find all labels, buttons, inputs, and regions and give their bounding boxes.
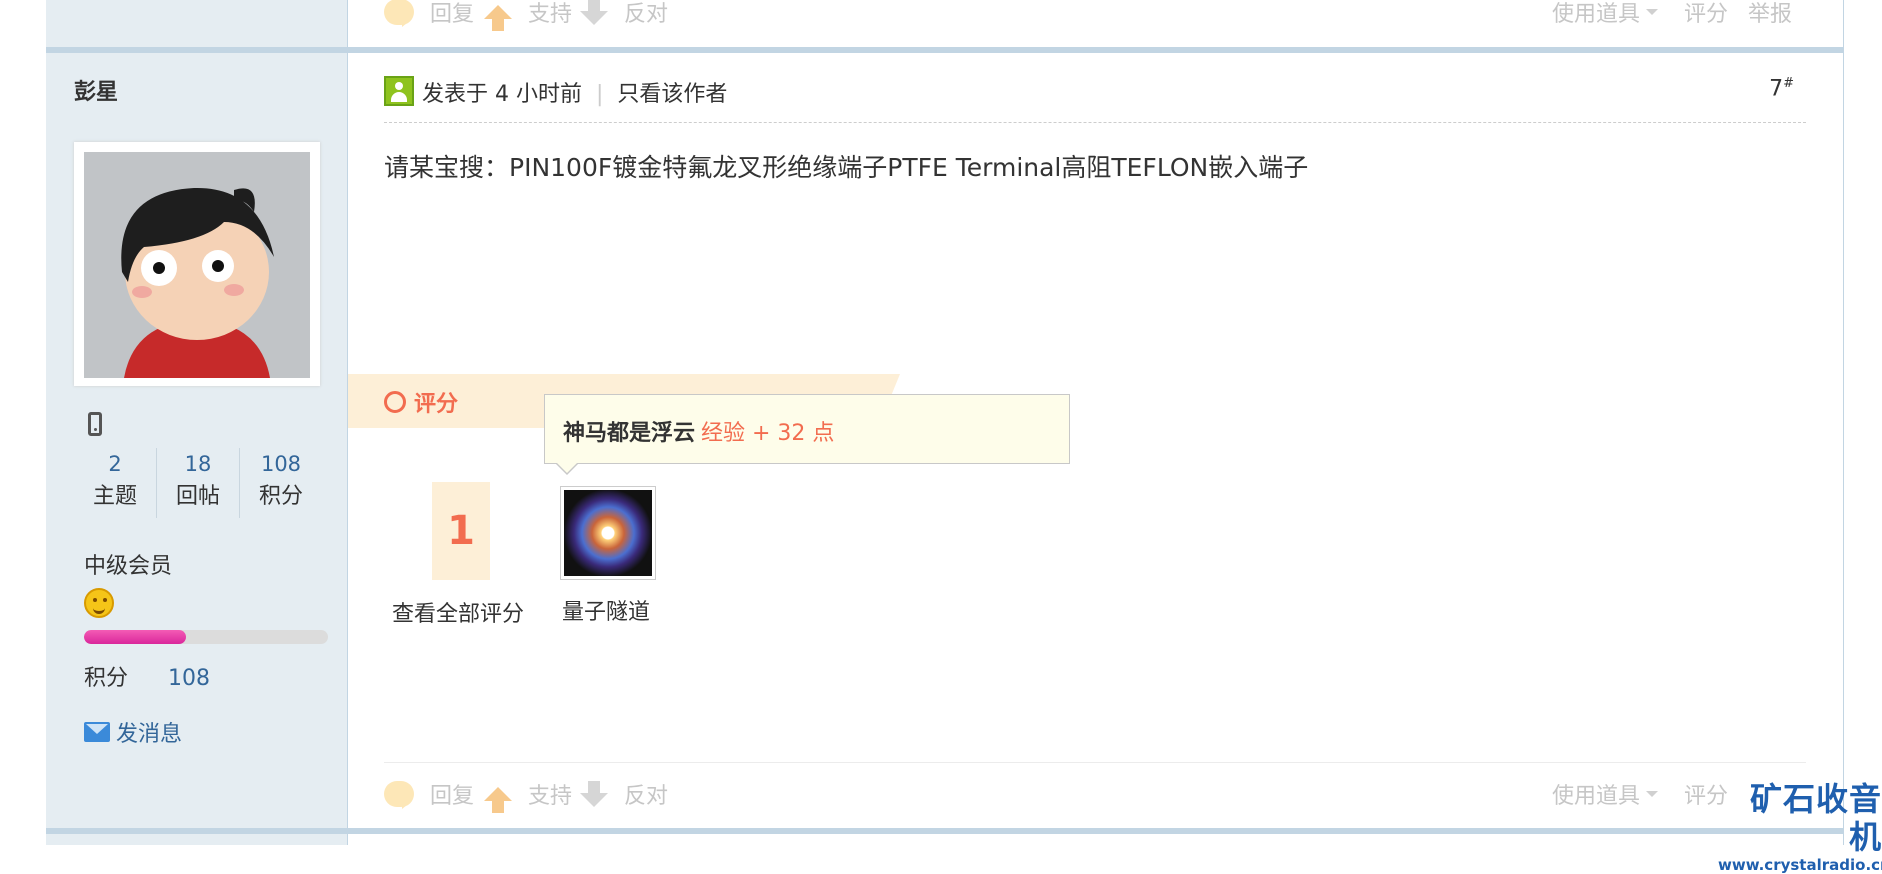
rating-title: 评分 xyxy=(384,386,458,418)
report-link[interactable]: 举报 xyxy=(1748,0,1792,28)
use-tools-dropdown[interactable]: 使用道具 xyxy=(1552,778,1659,810)
score-row: 积分 108 xyxy=(84,666,211,691)
rate-link[interactable]: 评分 xyxy=(1684,0,1728,28)
rater-avatar[interactable] xyxy=(560,486,656,580)
post-actions: 回复 支持 反对 使用道具 评分 xyxy=(384,778,1804,813)
tooltip-user: 神马都是浮云 xyxy=(563,421,696,446)
rater-avatar-image xyxy=(564,490,652,576)
rating-count[interactable]: 1 xyxy=(432,482,490,580)
thumb-up-icon xyxy=(484,5,512,31)
oppose-button[interactable]: 反对 xyxy=(580,0,668,28)
stat-replies[interactable]: 18 回帖 xyxy=(157,448,240,518)
chevron-down-icon xyxy=(1646,791,1659,797)
member-level[interactable]: 中级会员 xyxy=(84,548,172,580)
post-footer-divider xyxy=(384,762,1806,763)
avatar-image xyxy=(84,152,310,378)
level-progress-bar xyxy=(84,630,328,644)
reply-button[interactable]: 回复 xyxy=(384,778,474,810)
thumb-down-icon xyxy=(580,0,608,25)
author-stats: 2 主题 18 回帖 108 积分 xyxy=(74,448,322,518)
circle-icon xyxy=(384,391,406,413)
post-divider-top xyxy=(46,47,1844,53)
post-divider-bottom xyxy=(46,828,1844,834)
use-tools-dropdown[interactable]: 使用道具 xyxy=(1552,0,1659,28)
tooltip-arrow xyxy=(555,462,579,475)
view-all-ratings-link[interactable]: 查看全部评分 xyxy=(392,596,524,628)
chevron-down-icon xyxy=(1646,9,1659,15)
stat-points[interactable]: 108 积分 xyxy=(240,448,322,518)
mobile-phone-icon xyxy=(88,412,102,436)
envelope-icon xyxy=(84,722,110,742)
stat-threads[interactable]: 2 主题 xyxy=(74,448,157,518)
author-name[interactable]: 彭星 xyxy=(74,74,118,106)
send-message-link[interactable]: 发消息 xyxy=(84,716,182,748)
floor-number[interactable]: 7# xyxy=(1769,76,1794,101)
level-progress-fill xyxy=(84,630,187,644)
cartoon-boy-icon xyxy=(84,152,310,378)
support-button[interactable]: 支持 xyxy=(484,778,572,813)
rater-name[interactable]: 量子隧道 xyxy=(562,594,650,626)
only-author-link[interactable]: 只看该作者 xyxy=(617,82,727,107)
post-time: 发表于 4 小时前 xyxy=(422,82,582,107)
thumb-down-icon xyxy=(580,781,608,807)
tooltip-points: 经验 + 32 点 xyxy=(701,421,835,446)
online-user-icon xyxy=(384,76,414,106)
post-meta: 发表于 4 小时前 | 只看该作者 xyxy=(422,82,728,107)
smiley-icon xyxy=(84,588,114,618)
thumb-up-icon xyxy=(484,787,512,813)
previous-post-actions: 回复 支持 反对 使用道具 评分 举报 xyxy=(384,0,1804,31)
reply-button[interactable]: 回复 xyxy=(384,0,474,28)
reply-icon xyxy=(384,0,414,27)
reply-icon xyxy=(384,781,414,809)
oppose-button[interactable]: 反对 xyxy=(580,778,668,810)
support-button[interactable]: 支持 xyxy=(484,0,572,31)
post-header: 发表于 4 小时前 | 只看该作者 7# xyxy=(384,74,1806,123)
rating-tooltip: 神马都是浮云 经验 + 32 点 xyxy=(544,394,1070,475)
site-watermark: 矿石收音机 www.crystalradio.cn xyxy=(1718,780,1882,874)
post-content: 请某宝搜：PIN100F镀金特氟龙叉形绝缘端子PTFE Terminal高阻TE… xyxy=(384,153,1309,182)
avatar[interactable] xyxy=(74,142,320,386)
